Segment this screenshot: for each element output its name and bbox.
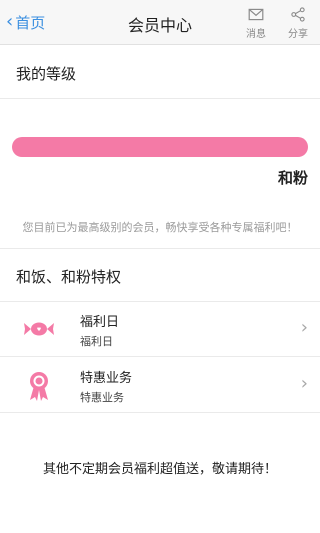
privilege-subtitle: 特惠业务 [80,391,124,404]
privilege-item-special-offers[interactable]: 特惠业务 特惠业务 › [0,357,320,413]
message-label: 消息 [246,29,266,40]
privileges-header: 和饭、和粉特权 [0,248,320,302]
privilege-title: 特惠业务 [80,371,133,386]
level-progress-bar [12,137,308,157]
svg-text:♥: ♥ [37,327,42,333]
share-icon [291,7,305,22]
message-button[interactable]: 消息 [239,6,273,40]
share-button[interactable]: 分享 [281,6,315,40]
my-level-title: 我的等级 [16,65,77,83]
my-level-header: 我的等级 [0,44,320,99]
privilege-title: 福利日 [80,315,120,330]
privilege-item-welfare-day[interactable]: ♥ 福利日 福利日 › [0,301,320,357]
privilege-subtitle: 福利日 [80,335,113,348]
footer-message: 其他不定期会员福利超值送，敬请期待！ [42,462,277,477]
top-bar: ‹ 首页 会员中心 消息 分享 [0,0,320,45]
mail-icon [248,8,264,21]
share-label: 分享 [288,29,308,40]
max-level-note: 您目前已为最高级别的会员，畅快享受各种专属福利吧！ [22,221,298,234]
rosette-icon [30,372,48,401]
privileges-title: 和饭、和粉特权 [16,268,122,286]
chevron-right-icon: › [300,317,308,338]
chevron-right-icon: › [300,373,308,394]
candy-icon: ♥ [24,322,54,336]
current-level-name: 和粉 [277,169,308,187]
